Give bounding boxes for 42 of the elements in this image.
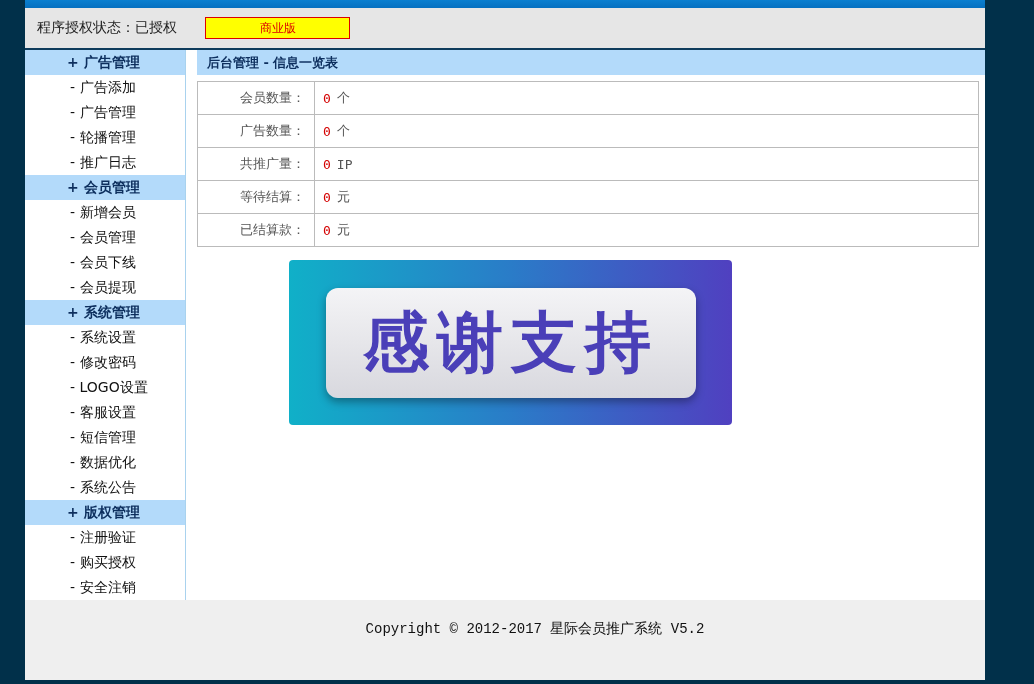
- sidebar-item[interactable]: - 广告管理: [25, 100, 185, 125]
- license-status: 程序授权状态：已授权: [37, 19, 177, 37]
- copyright-text: Copyright © 2012-2017 星际会员推广系统 V5.2: [364, 620, 705, 639]
- edition-badge: 商业版: [205, 17, 350, 39]
- sidebar-item[interactable]: - 购买授权: [25, 550, 185, 575]
- stat-unit: 元: [336, 188, 350, 206]
- sidebar-item[interactable]: - 会员管理: [25, 225, 185, 250]
- sidebar-item[interactable]: - 客服设置: [25, 400, 185, 425]
- stat-label: 等待结算：: [198, 181, 315, 213]
- stat-unit: IP: [336, 156, 353, 172]
- sidebar-item[interactable]: - 广告添加: [25, 75, 185, 100]
- stat-value: 0: [323, 189, 331, 205]
- sidebar-item[interactable]: - 注册验证: [25, 525, 185, 550]
- sidebar-group-title[interactable]: + 会员管理: [25, 175, 185, 200]
- sidebar-item[interactable]: - 数据优化: [25, 450, 185, 475]
- stat-label: 广告数量：: [198, 115, 315, 147]
- sidebar-group-title[interactable]: + 广告管理: [25, 50, 185, 75]
- stat-label: 会员数量：: [198, 82, 315, 114]
- stat-value: 0: [323, 222, 331, 238]
- sidebar-item[interactable]: - 会员提现: [25, 275, 185, 300]
- stat-unit: 元: [336, 221, 350, 239]
- stat-value: 0: [323, 156, 331, 172]
- sidebar-group-title[interactable]: + 版权管理: [25, 500, 185, 525]
- stat-label: 已结算款：: [198, 214, 315, 246]
- stat-value: 0: [323, 90, 331, 106]
- content-title: 后台管理 - 信息一览表: [197, 50, 985, 75]
- sidebar-item[interactable]: - 安全注销: [25, 575, 185, 600]
- sidebar-item[interactable]: - 修改密码: [25, 350, 185, 375]
- banner-caption: 感谢支持: [325, 287, 696, 398]
- stat-unit: 个: [336, 122, 350, 140]
- sidebar-item[interactable]: - LOGO设置: [25, 375, 185, 400]
- sidebar-item[interactable]: - 轮播管理: [25, 125, 185, 150]
- sidebar-item[interactable]: - 推广日志: [25, 150, 185, 175]
- stat-label: 共推广量：: [198, 148, 315, 180]
- sidebar-item[interactable]: - 会员下线: [25, 250, 185, 275]
- sidebar-item[interactable]: - 系统设置: [25, 325, 185, 350]
- sidebar-item[interactable]: - 短信管理: [25, 425, 185, 450]
- sidebar-item[interactable]: - 系统公告: [25, 475, 185, 500]
- stat-value: 0: [323, 123, 331, 139]
- sidebar-group-title[interactable]: + 系统管理: [25, 300, 185, 325]
- sidebar-item[interactable]: - 新增会员: [25, 200, 185, 225]
- stat-unit: 个: [336, 89, 350, 107]
